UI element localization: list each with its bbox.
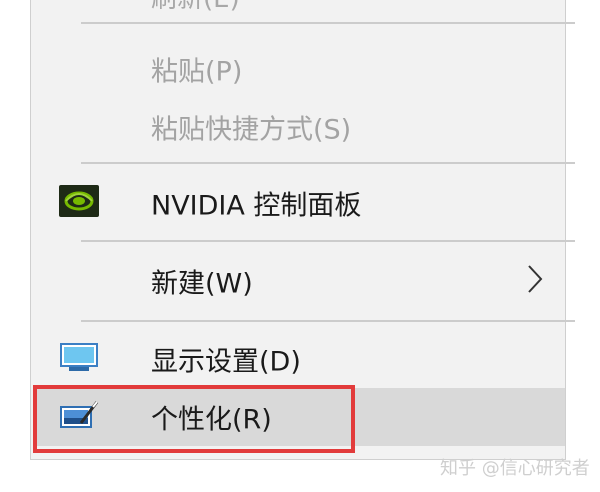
clipped-menu-item-label: 刷新(E) [151, 0, 240, 15]
screenshot-stage: 刷新(E) 粘贴(P) 粘贴快捷方式(S) NVIDIA 控制面板 [0, 0, 600, 492]
menu-item-label: 粘贴(P) [151, 56, 243, 88]
menu-item-label: 显示设置(D) [151, 346, 301, 378]
nvidia-logo-icon [59, 185, 99, 221]
menu-separator [81, 240, 575, 242]
watermark: 知乎 @信心研究者 [440, 458, 590, 479]
menu-separator [81, 22, 575, 24]
menu-separator [81, 320, 575, 322]
annotation-highlight-box [33, 385, 355, 453]
menu-item-paste[interactable]: 粘贴(P) [33, 40, 565, 98]
menu-item-paste-shortcut[interactable]: 粘贴快捷方式(S) [33, 98, 565, 156]
menu-separator [81, 162, 575, 164]
menu-item-label: 新建(W) [151, 268, 253, 300]
menu-item-nvidia-control-panel[interactable]: NVIDIA 控制面板 [33, 174, 565, 232]
monitor-icon [59, 341, 99, 377]
menu-item-label: 粘贴快捷方式(S) [151, 114, 352, 146]
chevron-right-icon [527, 264, 543, 298]
menu-item-new[interactable]: 新建(W) [33, 252, 565, 310]
menu-item-display-settings[interactable]: 显示设置(D) [33, 330, 565, 388]
menu-item-label: NVIDIA 控制面板 [151, 190, 362, 222]
